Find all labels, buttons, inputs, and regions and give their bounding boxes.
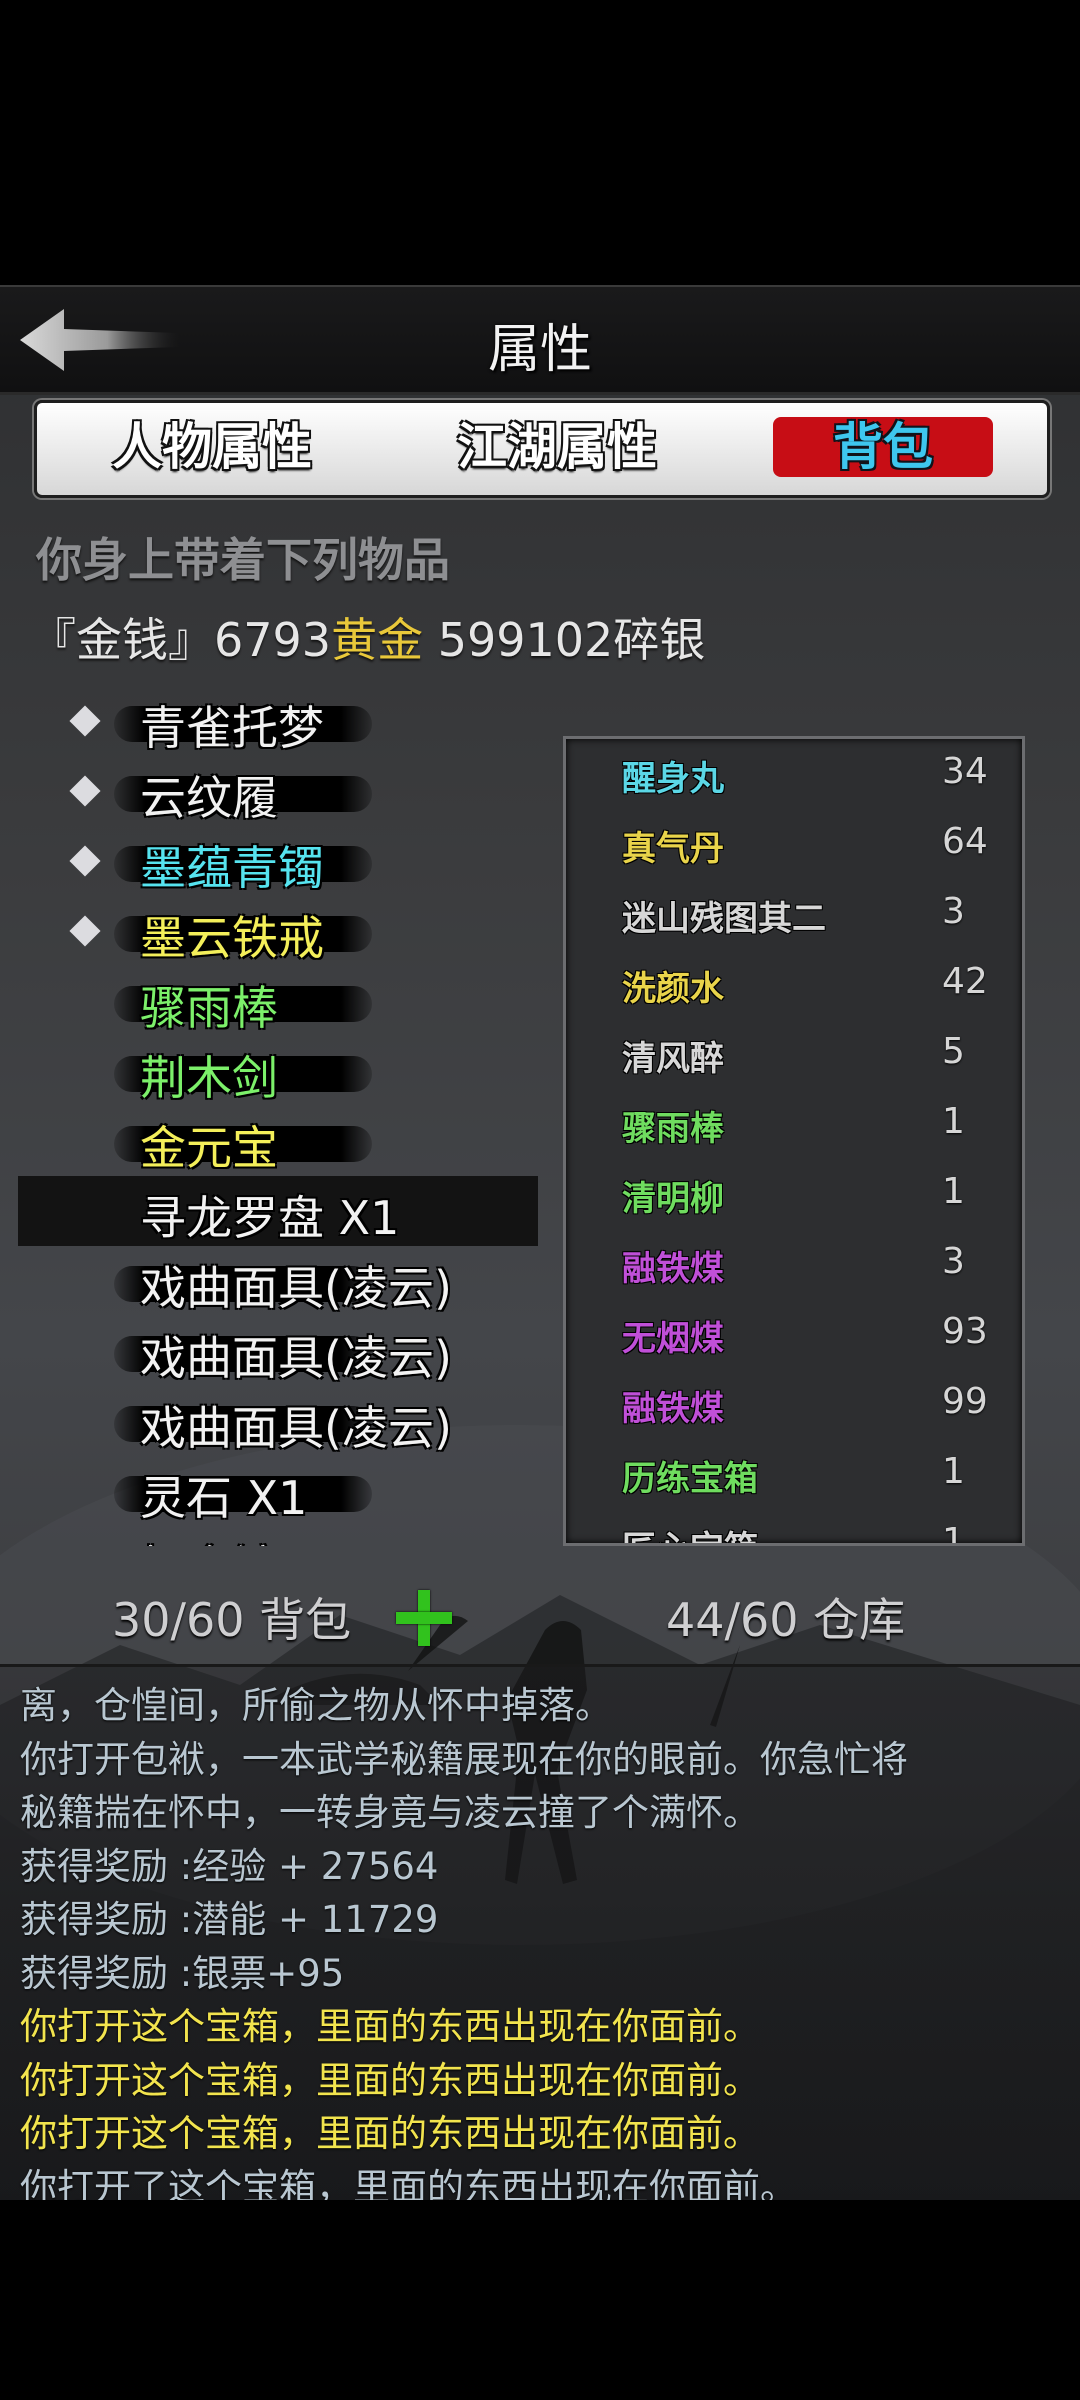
tab-backpack[interactable]: 背包 — [773, 417, 993, 477]
consumable-name: 骤雨棒 — [622, 1109, 724, 1149]
consumable-row[interactable]: 骤雨棒 1 — [566, 1089, 1022, 1159]
consumable-row[interactable]: 清明柳 1 — [566, 1159, 1022, 1229]
list-item[interactable]: 灵石 X1 — [18, 1456, 538, 1526]
consumable-row[interactable]: 醒身丸 34 — [566, 739, 1022, 809]
consumable-quantity: 93 — [942, 1311, 988, 1352]
item-label: 骤雨棒 — [140, 981, 278, 1035]
log-line: 你打开包袱，一本武学秘籍展现在你的眼前。你急忙将 — [20, 1737, 908, 1781]
consumable-quantity: 1 — [942, 1101, 965, 1142]
message-log: 离，仓惶间，所偷之物从怀中掉落。你打开包袱，一本武学秘籍展现在你的眼前。你急忙将… — [0, 1664, 1080, 2209]
consumable-quantity: 99 — [942, 1381, 988, 1422]
list-item[interactable]: 荆木剑 — [18, 1036, 538, 1106]
consumable-row[interactable]: 融铁煤 99 — [566, 1369, 1022, 1439]
consumable-row[interactable]: 清风醉 5 — [566, 1019, 1022, 1089]
page-title: 属性 — [487, 320, 592, 380]
consumable-name: 洗颜水 — [622, 969, 724, 1009]
item-label: 寻龙罗盘 X1 — [140, 1191, 400, 1245]
consumable-name: 醒身丸 — [622, 759, 724, 799]
bottom-blank-area — [0, 2200, 1080, 2400]
equipped-diamond-icon — [69, 775, 101, 807]
consumable-quantity: 1 — [942, 1451, 965, 1492]
money-silver: 599102碎银 — [423, 613, 706, 667]
log-line: 你打开这个宝箱，里面的东西出现在你面前。 — [20, 2058, 760, 2102]
consumable-name: 融铁煤 — [622, 1389, 724, 1429]
log-line: 秘籍揣在怀中，一转身竟与凌云撞了个满怀。 — [20, 1791, 760, 1834]
consumable-quantity: 64 — [942, 821, 988, 862]
list-item[interactable]: 戏曲面具(凌云) — [18, 1386, 538, 1456]
consumable-row[interactable]: 匠心宝箱 1 — [566, 1509, 1022, 1546]
top-bar: 属性 — [0, 285, 1080, 395]
consumable-row[interactable]: 融铁煤 3 — [566, 1229, 1022, 1299]
list-item[interactable]: 戏曲面具(凌云) — [18, 1316, 538, 1386]
inventory-subtitle: 你身上带着下列物品 — [36, 533, 450, 587]
consumable-quantity: 3 — [942, 891, 965, 932]
item-label: 戏曲面具(凌云) — [140, 1401, 452, 1455]
log-line: 获得奖励 :银票+95 — [20, 1951, 345, 1995]
consumable-name: 真气丹 — [622, 829, 724, 869]
list-item[interactable]: 云纹履 — [18, 756, 538, 826]
log-line: 离，仓惶间，所偷之物从怀中掉落。 — [20, 1684, 612, 1727]
item-label: 青雀托梦 — [140, 701, 324, 755]
log-line: 获得奖励 :经验 + 27564 — [20, 1844, 439, 1888]
item-label: 墨云铁戒 — [140, 911, 324, 965]
list-item[interactable]: 极金镜 X2 — [18, 1526, 538, 1546]
money-gold-label: 黄金 — [331, 613, 424, 667]
equipped-diamond-icon — [69, 845, 101, 877]
consumable-name: 清风醉 — [622, 1039, 724, 1079]
money-prefix: 『金钱』6793 — [30, 613, 332, 667]
bag-capacity[interactable]: 30/60 背包 — [112, 1584, 351, 1650]
item-label: 云纹履 — [140, 771, 278, 825]
list-item[interactable]: 金元宝 — [18, 1106, 538, 1176]
item-label: 墨蕴青镯 — [140, 841, 324, 895]
tab-character-attributes[interactable]: 人物属性 — [87, 417, 337, 477]
storage-capacity[interactable]: 44/60 仓库 — [666, 1584, 905, 1650]
list-item[interactable]: 青雀托梦 — [18, 686, 538, 756]
consumable-quantity: 42 — [942, 961, 988, 1002]
list-item[interactable]: 戏曲面具(凌云) — [18, 1246, 538, 1316]
consumable-row[interactable]: 历练宝箱 1 — [566, 1439, 1022, 1509]
item-label: 金元宝 — [140, 1121, 278, 1175]
list-item[interactable]: 骤雨棒 — [18, 966, 538, 1036]
equipped-diamond-icon — [69, 705, 101, 737]
consumable-row[interactable]: 迷山残图其二 3 — [566, 879, 1022, 949]
list-item[interactable]: 墨云铁戒 — [18, 896, 538, 966]
item-label: 荆木剑 — [140, 1051, 278, 1105]
consumable-row[interactable]: 洗颜水 42 — [566, 949, 1022, 1019]
consumable-quantity: 5 — [942, 1031, 965, 1072]
item-label: 极金镜 X2 — [140, 1532, 353, 1546]
consumable-row[interactable]: 真气丹 64 — [566, 809, 1022, 879]
item-label: 戏曲面具(凌云) — [140, 1331, 452, 1385]
consumable-quantity: 34 — [942, 751, 988, 792]
tab-bar: 人物属性 江湖属性 背包 — [34, 400, 1050, 498]
equipped-diamond-icon — [69, 915, 101, 947]
log-line: 你打开这个宝箱，里面的东西出现在你面前。 — [20, 2112, 760, 2155]
consumable-name: 融铁煤 — [622, 1249, 724, 1289]
consumable-row[interactable]: 无烟煤 93 — [566, 1299, 1022, 1369]
list-item[interactable]: 寻龙罗盘 X1 — [18, 1176, 538, 1246]
tab-jianghu-attributes[interactable]: 江湖属性 — [427, 417, 687, 477]
plus-icon[interactable] — [394, 1588, 454, 1648]
consumable-name: 迷山残图其二 — [622, 899, 826, 939]
list-item[interactable]: 墨蕴青镯 — [18, 826, 538, 896]
log-line: 你打开这个宝箱，里面的东西出现在你面前。 — [20, 2005, 760, 2048]
equipment-list: 青雀托梦云纹履墨蕴青镯墨云铁戒骤雨棒荆木剑金元宝寻龙罗盘 X1 戏曲面具(凌云) 戏… — [18, 686, 538, 1546]
consumable-name: 匠心宝箱 — [622, 1521, 758, 1543]
consumable-name: 无烟煤 — [622, 1319, 724, 1359]
item-label: 戏曲面具(凌云) — [140, 1261, 452, 1315]
item-label: 灵石 X1 — [140, 1471, 308, 1525]
log-line: 获得奖励 :潜能 + 11729 — [20, 1898, 439, 1941]
money-display: 『金钱』6793黄金 599102碎银 — [30, 604, 705, 670]
consumable-quantity: 1 — [942, 1521, 965, 1546]
consumables-panel[interactable]: 醒身丸 34 真气丹 64 迷山残图其二 3 洗颜水 42 清风醉 5 骤雨棒 1 清明柳 1 融铁煤 3 无烟… — [563, 736, 1025, 1546]
consumable-name: 历练宝箱 — [622, 1459, 758, 1499]
consumable-quantity: 1 — [942, 1171, 965, 1212]
consumable-name: 清明柳 — [622, 1179, 724, 1219]
consumable-quantity: 3 — [942, 1241, 965, 1282]
